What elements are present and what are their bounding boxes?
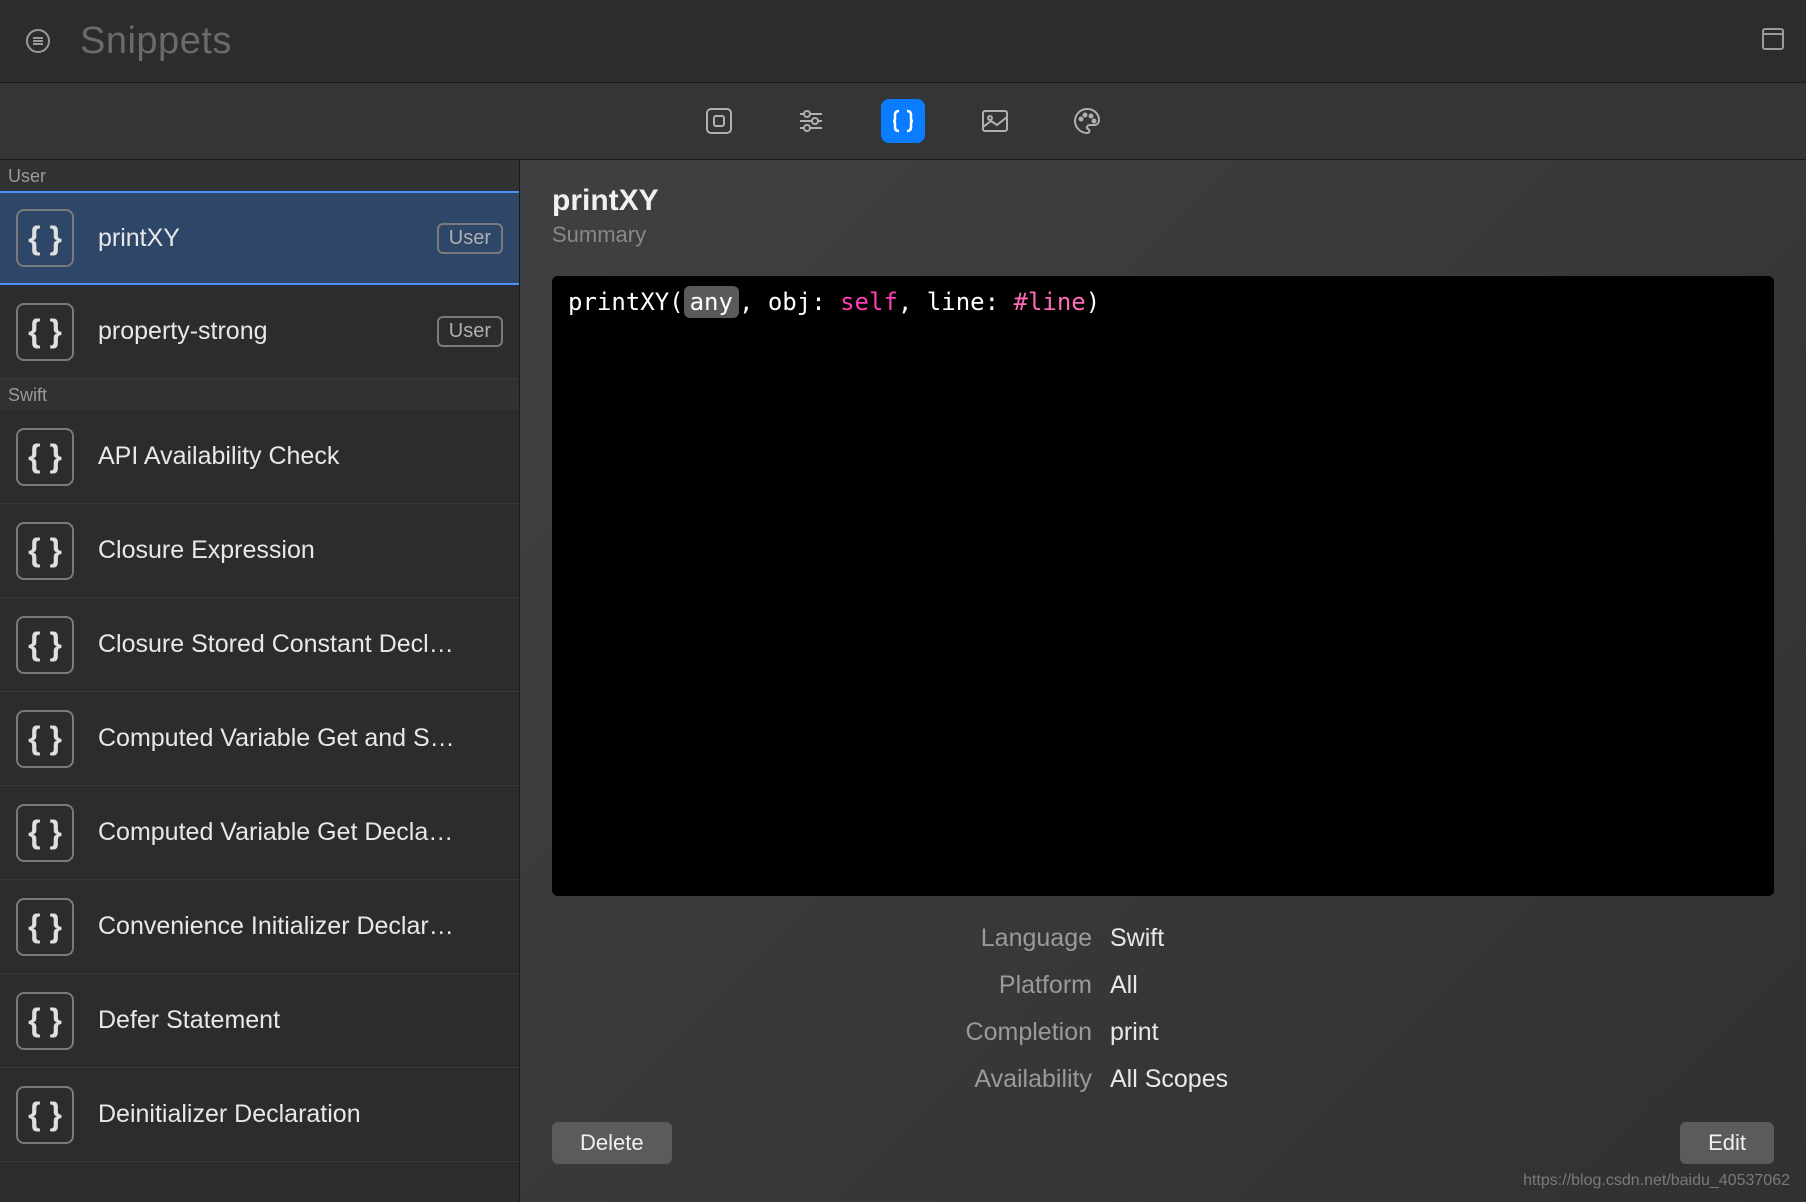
- list-item[interactable]: { } API Availability Check: [0, 410, 519, 504]
- user-badge: User: [437, 223, 503, 254]
- list-item-label: Closure Expression: [98, 536, 503, 565]
- list-item[interactable]: { } Deinitializer Declaration: [0, 1068, 519, 1162]
- header: [0, 0, 1806, 82]
- list-item-label: Defer Statement: [98, 1006, 503, 1035]
- braces-icon: { }: [16, 428, 74, 486]
- tab-snippets[interactable]: [881, 99, 925, 143]
- availability-value: All Scopes: [1110, 1065, 1774, 1094]
- braces-icon: { }: [16, 1086, 74, 1144]
- braces-icon: { }: [16, 898, 74, 956]
- list-item[interactable]: { } Computed Variable Get Decla…: [0, 786, 519, 880]
- code-line: printXY(any, obj: self, line: #line): [568, 286, 1100, 318]
- tab-settings[interactable]: [789, 99, 833, 143]
- braces-icon: [889, 107, 917, 135]
- snippet-title: printXY: [552, 184, 1774, 218]
- completion-label: Completion: [552, 1018, 1092, 1047]
- image-icon: [979, 105, 1011, 137]
- code-editor[interactable]: printXY(any, obj: self, line: #line): [552, 276, 1774, 896]
- search-input[interactable]: [80, 20, 569, 63]
- window-icon: [1760, 26, 1786, 52]
- list-item[interactable]: { } Computed Variable Get and S…: [0, 692, 519, 786]
- braces-icon: { }: [16, 710, 74, 768]
- menu-icon: [25, 28, 51, 54]
- list-item[interactable]: { } printXY User: [0, 191, 519, 285]
- sliders-icon: [795, 105, 827, 137]
- list-item-label: API Availability Check: [98, 442, 503, 471]
- list-item[interactable]: { } property-strong User: [0, 285, 519, 379]
- braces-icon: { }: [16, 992, 74, 1050]
- window-button[interactable]: [1760, 26, 1786, 57]
- section-header-user: User: [0, 160, 519, 191]
- watermark: https://blog.csdn.net/baidu_40537062: [1523, 1172, 1790, 1190]
- edit-button[interactable]: Edit: [1680, 1122, 1774, 1164]
- completion-value: print: [1110, 1018, 1774, 1047]
- list-item-label: printXY: [98, 224, 413, 253]
- tab-files[interactable]: [697, 99, 741, 143]
- palette-icon: [1071, 105, 1103, 137]
- tab-media[interactable]: [973, 99, 1017, 143]
- braces-icon: { }: [16, 303, 74, 361]
- list-item[interactable]: { } Closure Expression: [0, 504, 519, 598]
- list-item[interactable]: { } Closure Stored Constant Decl…: [0, 598, 519, 692]
- availability-label: Availability: [552, 1065, 1092, 1094]
- user-badge: User: [437, 316, 503, 347]
- tab-colors[interactable]: [1065, 99, 1109, 143]
- list-item-label: Computed Variable Get and S…: [98, 724, 503, 753]
- braces-icon: { }: [16, 616, 74, 674]
- platform-label: Platform: [552, 971, 1092, 1000]
- section-header-swift: Swift: [0, 379, 519, 410]
- language-value: Swift: [1110, 924, 1774, 953]
- list-item-label: Convenience Initializer Declar…: [98, 912, 503, 941]
- list-item-label: property-strong: [98, 317, 413, 346]
- delete-button[interactable]: Delete: [552, 1122, 672, 1164]
- list-item[interactable]: { } Convenience Initializer Declar…: [0, 880, 519, 974]
- braces-icon: { }: [16, 209, 74, 267]
- list-item-label: Computed Variable Get Decla…: [98, 818, 503, 847]
- list-item-label: Deinitializer Declaration: [98, 1100, 503, 1129]
- code-placeholder: any: [684, 286, 739, 318]
- list-item[interactable]: { } Defer Statement: [0, 974, 519, 1068]
- menu-button[interactable]: [20, 23, 56, 59]
- snippet-metadata: Language Swift Platform All Completion p…: [552, 924, 1774, 1094]
- braces-icon: { }: [16, 804, 74, 862]
- toolbar: [0, 82, 1806, 160]
- sidebar[interactable]: User { } printXY User { } property-stron…: [0, 160, 520, 1202]
- detail-pane: printXY Summary printXY(any, obj: self, …: [520, 160, 1806, 1202]
- braces-icon: { }: [16, 522, 74, 580]
- language-label: Language: [552, 924, 1092, 953]
- stop-icon: [703, 105, 735, 137]
- list-item-label: Closure Stored Constant Decl…: [98, 630, 503, 659]
- snippet-subtitle: Summary: [552, 222, 1774, 248]
- platform-value: All: [1110, 971, 1774, 1000]
